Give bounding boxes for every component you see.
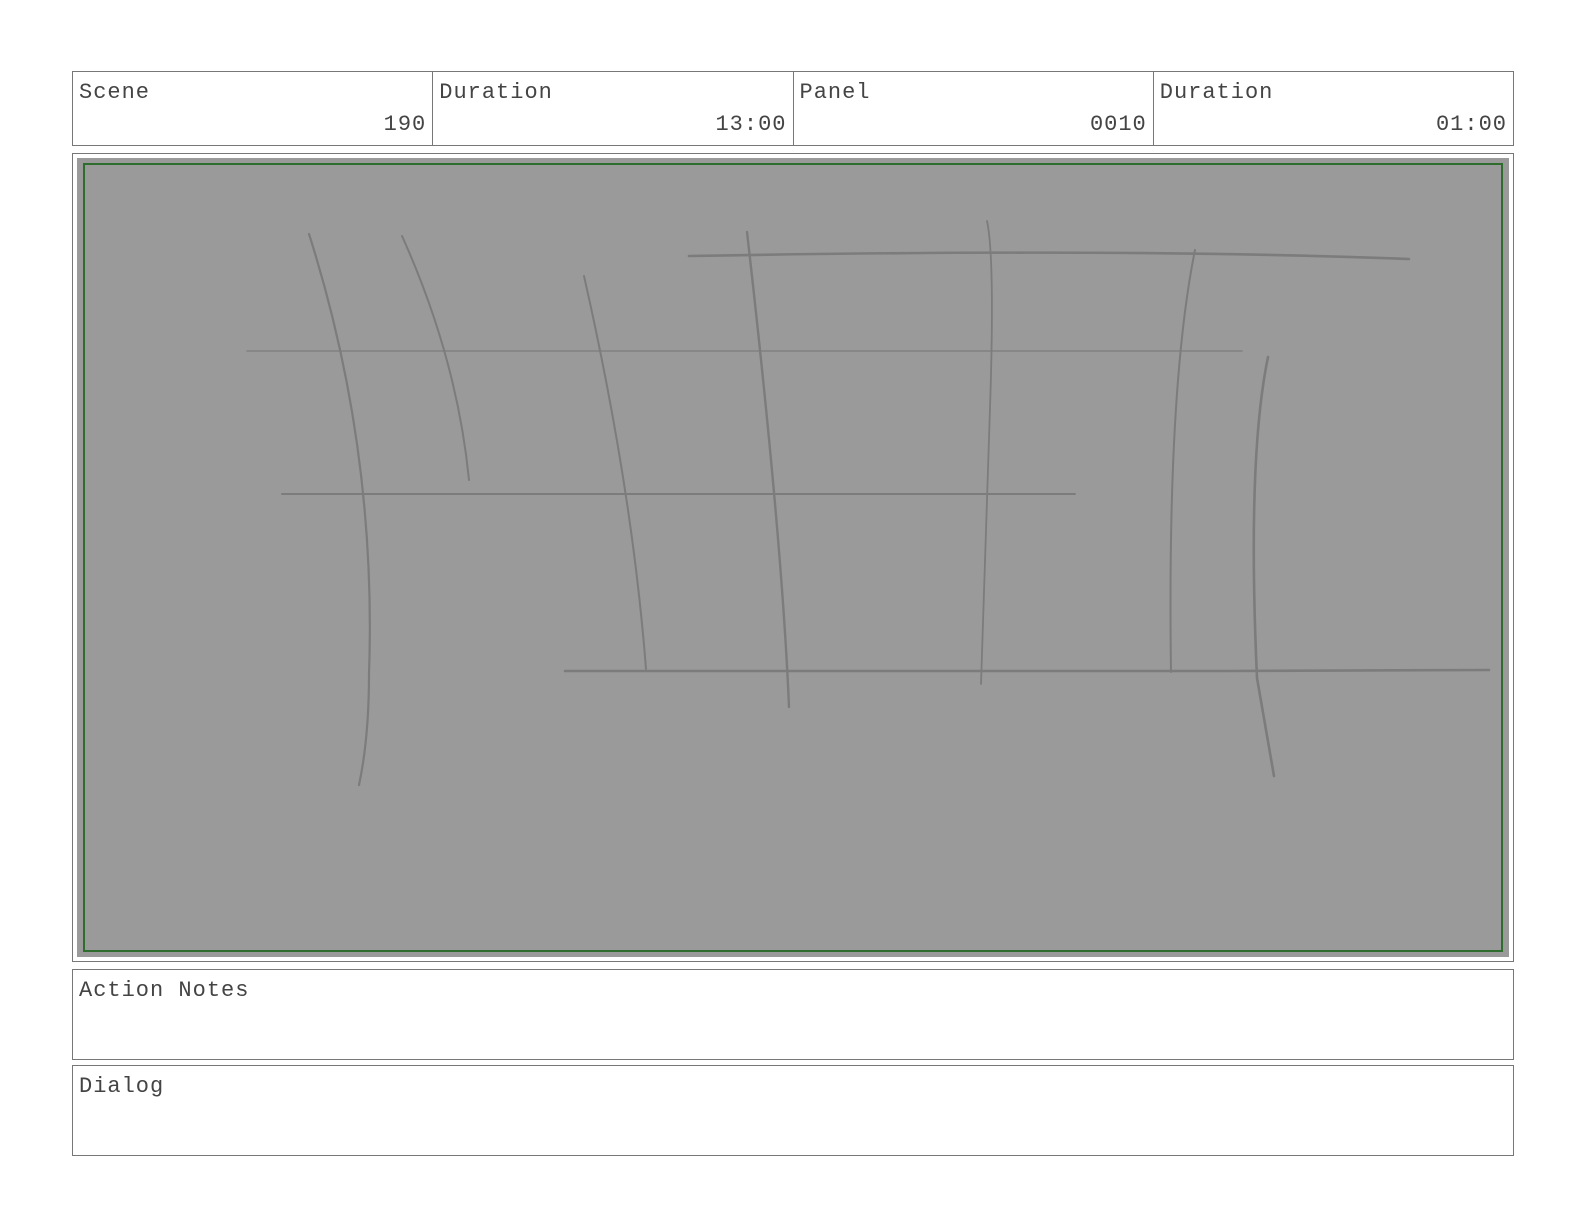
panel-label: Panel <box>799 80 871 105</box>
sketch-stroke <box>1252 355 1276 778</box>
sketch-stroke <box>401 235 470 481</box>
sketch-stroke <box>563 668 1491 673</box>
panel-duration-value: 01:00 <box>1435 112 1507 137</box>
sketch-stroke <box>980 220 993 685</box>
panel-canvas[interactable] <box>77 158 1509 957</box>
sketch-stroke <box>1169 249 1196 673</box>
scene-value: 190 <box>383 112 427 137</box>
action-notes-label: Action Notes <box>79 978 250 1003</box>
sketch-stroke <box>745 230 791 709</box>
dialog-label: Dialog <box>79 1074 165 1099</box>
dialog-box[interactable]: Dialog <box>72 1065 1514 1156</box>
scene-cell[interactable]: Scene 190 <box>73 72 434 145</box>
action-notes-box[interactable]: Action Notes <box>72 969 1514 1060</box>
sketch-drawing <box>246 220 1491 787</box>
sketch-stroke <box>307 232 371 787</box>
panel-frame <box>72 153 1514 962</box>
sketch-stroke <box>687 251 1411 261</box>
panel-header: Scene 190 Duration 13:00 Panel 0010 Dura… <box>72 71 1514 146</box>
scene-duration-value: 13:00 <box>715 112 787 137</box>
storyboard-page: Scene 190 Duration 13:00 Panel 0010 Dura… <box>0 0 1584 1224</box>
scene-label: Scene <box>79 80 151 105</box>
panel-cell[interactable]: Panel 0010 <box>794 72 1154 145</box>
panel-value: 0010 <box>1089 112 1147 137</box>
panel-duration-cell[interactable]: Duration 01:00 <box>1154 72 1513 145</box>
sketch-stroke <box>583 275 647 670</box>
panel-duration-label: Duration <box>1159 80 1274 105</box>
scene-duration-label: Duration <box>439 80 553 105</box>
scene-duration-cell[interactable]: Duration 13:00 <box>433 72 794 145</box>
